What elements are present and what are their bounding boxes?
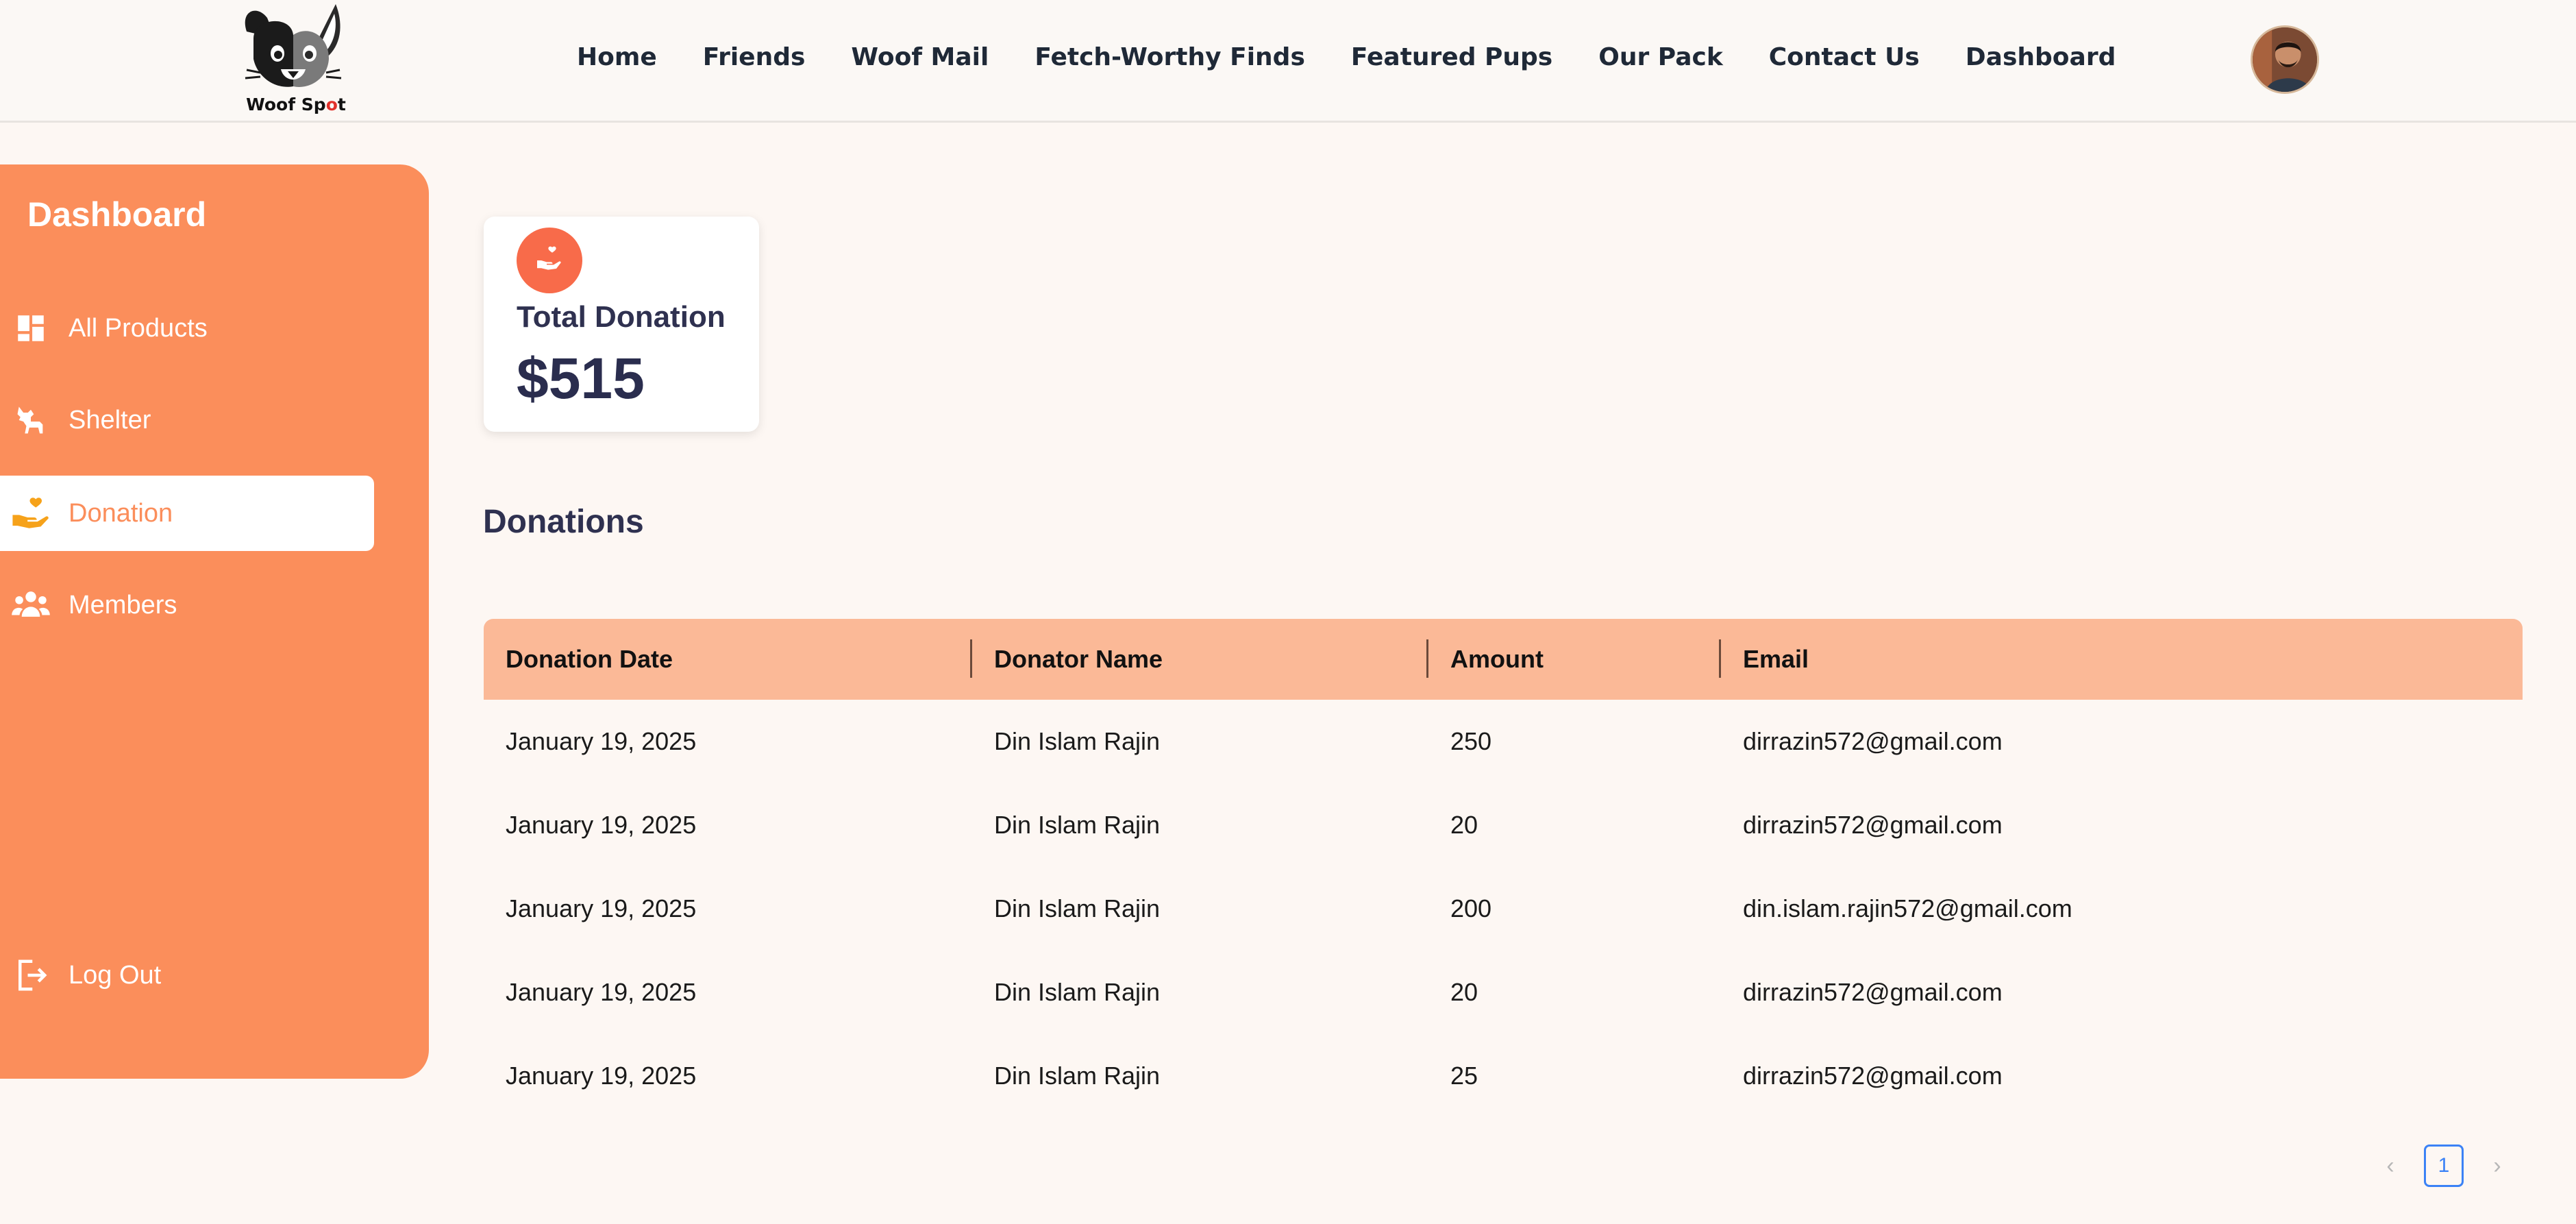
donations-table: Donation Date Donator Name Amount Email … (484, 619, 2523, 1118)
sidebar-item-all-products[interactable]: All Products (0, 291, 374, 366)
nav-featured-pups[interactable]: Featured Pups (1351, 40, 1552, 75)
cell-name: Din Islam Rajin (994, 894, 1161, 922)
page-1-button[interactable]: 1 (2424, 1145, 2464, 1187)
sidebar-item-label: Members (69, 590, 177, 620)
cell-amount: 250 (1450, 727, 1492, 755)
cell-email: dirrazin572@gmail.com (1743, 1062, 2003, 1090)
nav-fetch-worthy-finds[interactable]: Fetch-Worthy Finds (1035, 40, 1305, 75)
logout-icon (11, 955, 51, 995)
section-title: Donations (483, 504, 644, 540)
stat-label: Total Donation (517, 300, 726, 334)
cell-email: dirrazin572@gmail.com (1743, 727, 2003, 755)
table-row: January 19, 2025 Din Islam Rajin 20 dirr… (484, 951, 2523, 1034)
cell-email: din.islam.rajin572@gmail.com (1743, 894, 2072, 922)
main-nav: Home Friends Woof Mail Fetch-Worthy Find… (577, 40, 2116, 75)
column-header-amount[interactable]: Amount (1450, 645, 1544, 674)
dog-icon (11, 400, 51, 440)
cell-date: January 19, 2025 (506, 978, 697, 1006)
next-page-button[interactable]: › (2477, 1145, 2517, 1187)
donation-hand-icon (517, 228, 582, 293)
table-row: January 19, 2025 Din Islam Rajin 200 din… (484, 867, 2523, 951)
cell-date: January 19, 2025 (506, 727, 697, 755)
cell-amount: 20 (1450, 978, 1478, 1006)
table-row: January 19, 2025 Din Islam Rajin 25 dirr… (484, 1034, 2523, 1118)
sidebar-item-label: Shelter (69, 405, 151, 434)
table-header: Donation Date Donator Name Amount Email (484, 619, 2523, 700)
cell-amount: 25 (1450, 1062, 1478, 1090)
sidebar-item-donation[interactable]: Donation (0, 476, 374, 551)
nav-contact-us[interactable]: Contact Us (1769, 40, 1920, 75)
cell-name: Din Islam Rajin (994, 811, 1161, 839)
sidebar-title: Dashboard (27, 195, 207, 234)
logo-wordmark: Woof Spot (241, 95, 351, 114)
logo-pin-letter: o (325, 95, 338, 114)
column-divider (970, 639, 972, 678)
cell-email: dirrazin572@gmail.com (1743, 811, 2003, 839)
logout-button[interactable]: Log Out (0, 938, 374, 1013)
stat-value: $515 (517, 346, 645, 411)
prev-page-button[interactable]: ‹ (2370, 1145, 2410, 1187)
sidebar-item-members[interactable]: Members (0, 567, 374, 643)
users-icon (11, 585, 51, 625)
column-header-email[interactable]: Email (1743, 645, 1809, 674)
woof-spot-logo[interactable]: Woof Spot (233, 4, 349, 117)
nav-woof-mail[interactable]: Woof Mail (851, 40, 989, 75)
nav-home[interactable]: Home (577, 40, 657, 75)
sidebar-item-label: Donation (69, 498, 173, 528)
cell-date: January 19, 2025 (506, 1062, 697, 1090)
column-divider (1426, 639, 1428, 678)
cell-name: Din Islam Rajin (994, 1062, 1161, 1090)
nav-friends[interactable]: Friends (703, 40, 806, 75)
logout-label: Log Out (69, 960, 162, 990)
nav-dashboard[interactable]: Dashboard (1966, 40, 2116, 75)
cell-name: Din Islam Rajin (994, 978, 1161, 1006)
sidebar-item-label: All Products (69, 313, 208, 343)
cell-amount: 200 (1450, 894, 1492, 922)
pagination: ‹ 1 › (2370, 1145, 2517, 1187)
user-avatar[interactable] (2251, 25, 2319, 94)
column-header-name[interactable]: Donator Name (994, 645, 1163, 674)
cell-amount: 20 (1450, 811, 1478, 839)
logo-text-end: t (337, 95, 346, 114)
column-header-date[interactable]: Donation Date (506, 645, 673, 674)
cell-email: dirrazin572@gmail.com (1743, 978, 2003, 1006)
table-row: January 19, 2025 Din Islam Rajin 20 dirr… (484, 783, 2523, 867)
cell-date: January 19, 2025 (506, 811, 697, 839)
hand-heart-icon (11, 493, 51, 533)
top-navbar: Woof Spot Home Friends Woof Mail Fetch-W… (0, 0, 2576, 123)
dashboard-grid-icon (11, 308, 51, 348)
column-divider (1719, 639, 1721, 678)
cell-name: Din Islam Rajin (994, 727, 1161, 755)
logo-text-start: Woof Sp (246, 95, 326, 114)
cell-date: January 19, 2025 (506, 894, 697, 922)
total-donation-card: Total Donation $515 (484, 217, 759, 432)
dog-logo-icon (245, 4, 342, 87)
table-row: January 19, 2025 Din Islam Rajin 250 dir… (484, 700, 2523, 783)
sidebar-item-shelter[interactable]: Shelter (0, 382, 374, 458)
dashboard-sidebar: Dashboard All Products Shelter Donation … (0, 164, 429, 1079)
nav-our-pack[interactable]: Our Pack (1598, 40, 1723, 75)
avatar-portrait-icon (2253, 27, 2317, 92)
